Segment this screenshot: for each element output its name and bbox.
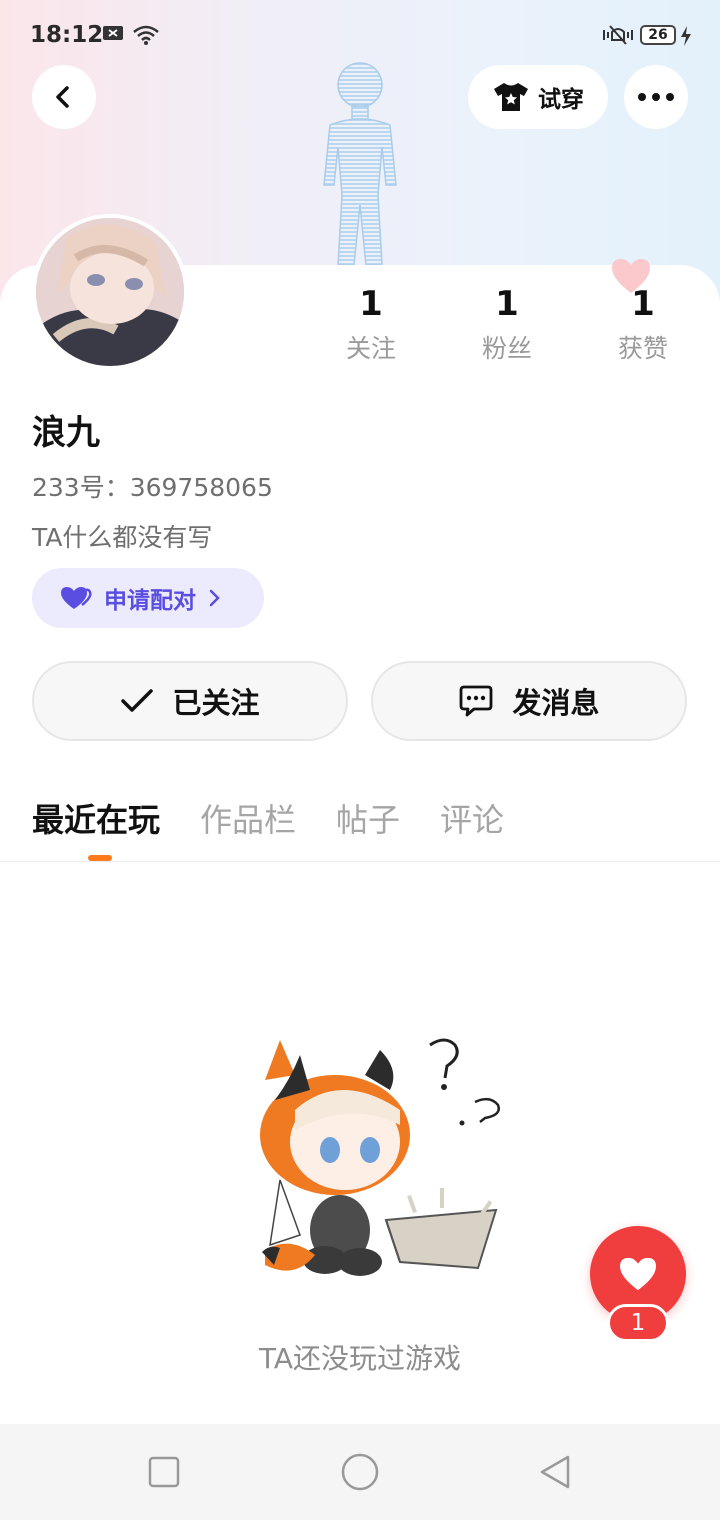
apply-pairing-button[interactable]: 申请配对 bbox=[32, 568, 264, 628]
avatar[interactable] bbox=[32, 214, 188, 370]
chevron-left-icon bbox=[56, 86, 69, 108]
status-time: 18:12 bbox=[30, 22, 104, 48]
chat-bubble-icon bbox=[460, 685, 493, 717]
stat-following[interactable]: 1 关注 bbox=[311, 283, 431, 365]
followers-count: 1 bbox=[495, 284, 519, 324]
like-count-badge: 1 bbox=[607, 1304, 669, 1342]
wifi-icon bbox=[133, 25, 159, 45]
followed-label: 已关注 bbox=[172, 686, 260, 720]
home-icon[interactable] bbox=[340, 1452, 380, 1492]
avatar-image bbox=[36, 218, 184, 366]
recent-apps-icon[interactable] bbox=[148, 1456, 180, 1488]
notification-icon bbox=[103, 26, 123, 40]
apply-pairing-label: 申请配对 bbox=[104, 588, 196, 614]
status-bar: 18:12 26 bbox=[0, 0, 720, 74]
more-button[interactable] bbox=[624, 65, 688, 129]
system-navigation-bar bbox=[0, 1424, 720, 1520]
profile-tabs: 最近在玩 作品栏 帖子 评论 bbox=[32, 795, 504, 841]
chevron-right-icon bbox=[209, 589, 220, 607]
followed-button[interactable]: 已关注 bbox=[32, 661, 348, 741]
empty-state-illustration bbox=[260, 1038, 500, 1276]
tshirt-icon bbox=[494, 83, 528, 111]
likes-label: 获赞 bbox=[617, 334, 668, 363]
following-count: 1 bbox=[359, 284, 383, 324]
stat-likes[interactable]: 1 获赞 bbox=[583, 283, 703, 365]
followers-label: 粉丝 bbox=[481, 334, 532, 363]
tab-comments[interactable]: 评论 bbox=[440, 795, 504, 841]
tab-recently-played[interactable]: 最近在玩 bbox=[32, 795, 160, 841]
send-message-button[interactable]: 发消息 bbox=[371, 661, 687, 741]
try-on-button[interactable]: 试穿 bbox=[468, 65, 608, 129]
check-icon bbox=[121, 689, 154, 712]
tab-posts[interactable]: 帖子 bbox=[336, 795, 400, 841]
user-name: 浪九 bbox=[32, 413, 100, 453]
avatar-figure-hologram bbox=[323, 62, 397, 266]
double-heart-icon bbox=[61, 587, 92, 609]
user-id: 233号：369758065 bbox=[32, 473, 273, 502]
stat-followers[interactable]: 1 粉丝 bbox=[447, 283, 567, 365]
back-nav-icon[interactable] bbox=[538, 1454, 574, 1490]
user-bio: TA什么都没有写 bbox=[32, 523, 213, 552]
likes-count: 1 bbox=[631, 284, 655, 324]
back-button[interactable] bbox=[32, 65, 96, 129]
more-dots-icon bbox=[638, 93, 674, 101]
heart-icon bbox=[620, 1257, 656, 1291]
vibrate-mute-icon bbox=[603, 25, 633, 45]
battery-indicator: 26 bbox=[640, 25, 676, 45]
following-label: 关注 bbox=[345, 334, 396, 363]
tab-works[interactable]: 作品栏 bbox=[200, 795, 296, 841]
tabs-divider bbox=[0, 861, 720, 862]
empty-state-text: TA还没玩过游戏 bbox=[258, 1342, 462, 1375]
send-message-label: 发消息 bbox=[512, 686, 600, 720]
charging-icon bbox=[681, 26, 691, 46]
try-on-label: 试穿 bbox=[538, 87, 584, 113]
